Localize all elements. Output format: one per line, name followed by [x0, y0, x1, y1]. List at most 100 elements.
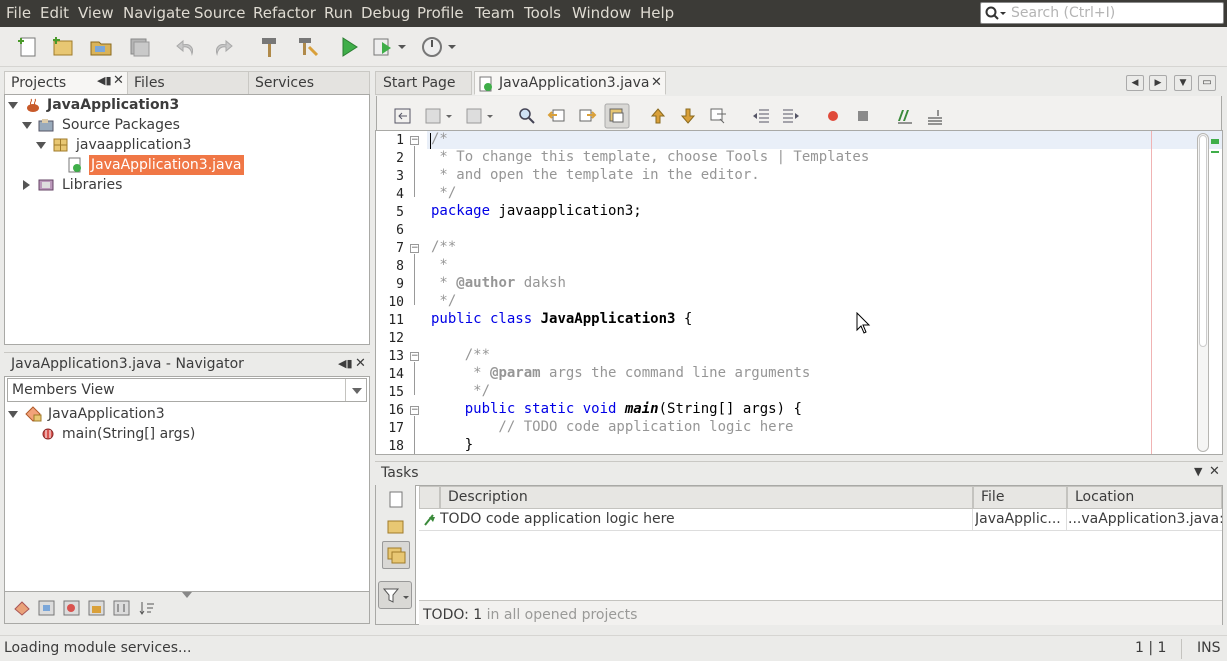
expand-icon[interactable]	[36, 142, 46, 149]
previous-bookmark-icon[interactable]	[648, 106, 668, 126]
search-input[interactable]: Search (Ctrl+I)	[980, 2, 1224, 24]
sort-by-name-icon[interactable]	[113, 600, 131, 616]
chevron-down-icon[interactable]	[182, 592, 192, 598]
stop-macro-recording-icon[interactable]	[853, 106, 873, 126]
menu-view[interactable]: View	[78, 4, 114, 22]
scroll-tabs-right-icon[interactable]: ▶	[1149, 75, 1167, 91]
vertical-scrollbar[interactable]	[1197, 133, 1209, 452]
close-icon[interactable]: ✕	[355, 356, 366, 371]
tree-source-packages-row[interactable]: Source Packages	[5, 115, 369, 135]
all-projects-scope-button[interactable]	[382, 541, 410, 569]
back-icon[interactable]	[424, 106, 454, 126]
filter-button[interactable]	[378, 581, 412, 609]
menu-navigate[interactable]: Navigate	[123, 4, 190, 22]
table-row[interactable]: TODO code application logic here JavaApp…	[419, 509, 1222, 531]
find-next-icon[interactable]	[577, 106, 597, 126]
code-line: */	[431, 383, 491, 399]
build-hammer-icon[interactable]	[258, 35, 282, 59]
current-file-scope-icon[interactable]	[387, 491, 405, 509]
menu-debug[interactable]: Debug	[361, 4, 410, 22]
open-project-icon[interactable]	[89, 35, 113, 59]
uncomment-icon[interactable]	[925, 106, 945, 126]
tab-start-page[interactable]: Start Page	[375, 71, 472, 95]
start-macro-recording-icon[interactable]	[823, 106, 843, 126]
tree-file-row[interactable]: JavaApplication3.java	[5, 155, 369, 175]
expand-icon[interactable]	[8, 102, 18, 109]
scrollbar-thumb[interactable]	[1199, 135, 1207, 347]
find-icon[interactable]	[517, 106, 537, 126]
chevron-down-icon[interactable]	[352, 388, 362, 394]
scroll-tabs-left-icon[interactable]: ◀	[1126, 75, 1144, 91]
menu-help[interactable]: Help	[640, 4, 674, 22]
tree-project-row[interactable]: JavaApplication3	[5, 95, 369, 115]
fold-collapse-icon[interactable]: −	[410, 352, 419, 361]
tab-java-file[interactable]: JavaApplication3.java ✕	[474, 71, 666, 95]
tab-services[interactable]: Services	[248, 71, 370, 95]
run-icon[interactable]	[337, 35, 361, 59]
menu-profile[interactable]: Profile	[417, 4, 464, 22]
expand-icon[interactable]	[22, 122, 32, 129]
fold-collapse-icon[interactable]: −	[410, 244, 419, 253]
menu-edit[interactable]: Edit	[40, 4, 69, 22]
clean-build-icon[interactable]	[295, 35, 319, 59]
fold-collapse-icon[interactable]: −	[410, 136, 419, 145]
debug-icon[interactable]	[372, 35, 408, 59]
code-comment: daksh	[515, 275, 566, 291]
menu-run[interactable]: Run	[324, 4, 353, 22]
maximize-icon[interactable]: ▭	[1198, 75, 1216, 91]
menu-source[interactable]: Source	[194, 4, 246, 22]
fold-collapse-icon[interactable]: −	[410, 406, 419, 415]
tasks-col-type[interactable]	[419, 486, 440, 509]
new-file-icon[interactable]	[16, 35, 40, 59]
menu-file[interactable]: File	[6, 4, 31, 22]
menu-window[interactable]: Window	[572, 4, 631, 22]
tasks-col-file[interactable]: File	[973, 486, 1067, 509]
comment-icon[interactable]	[895, 106, 915, 126]
tasks-col-description[interactable]: Description	[440, 486, 973, 509]
tab-projects[interactable]: Projects ◀▮ ✕	[4, 71, 128, 95]
show-opened-documents-icon[interactable]: ▼	[1174, 75, 1192, 91]
save-all-icon[interactable]	[127, 35, 151, 59]
tree-libraries-row[interactable]: Libraries	[5, 175, 369, 195]
main-project-scope-icon[interactable]	[387, 518, 405, 536]
profile-icon[interactable]	[420, 35, 456, 59]
code-keyword: public static void	[431, 401, 617, 417]
find-previous-icon[interactable]	[547, 106, 567, 126]
minimize-icon[interactable]: ▼	[1194, 465, 1202, 478]
minimize-icon[interactable]: ◀▮	[97, 74, 112, 87]
code-editor[interactable]: 1 2 3 4 5 6 7 8 9 10 11 12 13 14 15 16 1…	[376, 131, 1222, 454]
nav-member-row[interactable]: main(String[] args)	[5, 424, 369, 444]
menu-team[interactable]: Team	[475, 4, 515, 22]
next-bookmark-icon[interactable]	[678, 106, 698, 126]
new-project-icon[interactable]	[51, 35, 75, 59]
show-inherited-icon[interactable]	[13, 600, 31, 616]
menu-tools[interactable]: Tools	[524, 4, 561, 22]
code-line: * and open the template in the editor.	[431, 167, 760, 183]
close-icon[interactable]: ✕	[1209, 464, 1220, 479]
tasks-col-location[interactable]: Location	[1067, 486, 1222, 509]
close-icon[interactable]: ✕	[651, 75, 662, 90]
tab-files[interactable]: Files	[127, 71, 249, 95]
show-fields-icon[interactable]	[38, 600, 56, 616]
error-stripe-ok-icon[interactable]	[1211, 139, 1219, 144]
minimize-icon[interactable]: ◀▮	[338, 357, 353, 370]
sort-by-source-icon[interactable]	[138, 600, 156, 616]
expand-icon[interactable]	[23, 180, 30, 190]
undo-icon[interactable]	[174, 35, 198, 59]
menu-refactor[interactable]: Refactor	[253, 4, 316, 22]
toggle-highlight-search-icon[interactable]	[604, 103, 630, 129]
redo-icon[interactable]	[211, 35, 235, 59]
close-icon[interactable]: ✕	[113, 73, 124, 88]
members-view-select[interactable]: Members View	[7, 378, 367, 402]
source-history-icon[interactable]	[393, 106, 413, 126]
nav-class-row[interactable]: JavaApplication3	[5, 404, 369, 424]
shift-left-icon[interactable]	[751, 106, 771, 126]
error-stripe-mark[interactable]	[1211, 151, 1219, 153]
tree-package-row[interactable]: javaapplication3	[5, 135, 369, 155]
expand-icon[interactable]	[8, 411, 18, 418]
show-static-icon[interactable]	[63, 600, 81, 616]
toggle-bookmark-icon[interactable]	[708, 106, 728, 126]
show-non-public-icon[interactable]	[88, 600, 106, 616]
forward-icon[interactable]	[465, 106, 495, 126]
shift-right-icon[interactable]	[781, 106, 801, 126]
